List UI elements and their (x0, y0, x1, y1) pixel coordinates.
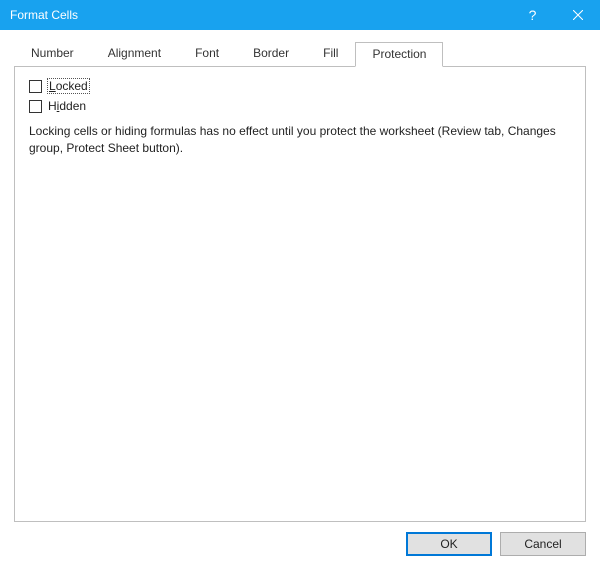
tab-number[interactable]: Number (14, 41, 91, 66)
hidden-checkbox-row[interactable]: Hidden (29, 99, 571, 113)
dialog-content: Number Alignment Font Border Fill Protec… (0, 30, 600, 570)
cancel-button[interactable]: Cancel (500, 532, 586, 556)
help-button[interactable]: ? (510, 0, 555, 30)
close-icon (573, 10, 583, 20)
hidden-checkbox[interactable] (29, 100, 42, 113)
tabs-row: Number Alignment Font Border Fill Protec… (14, 42, 586, 66)
ok-button[interactable]: OK (406, 532, 492, 556)
protection-description: Locking cells or hiding formulas has no … (29, 123, 569, 158)
locked-checkbox-row[interactable]: Locked (29, 79, 571, 93)
tab-alignment[interactable]: Alignment (91, 41, 178, 66)
titlebar: Format Cells ? (0, 0, 600, 30)
tab-panel-protection: Locked Hidden Locking cells or hiding fo… (14, 66, 586, 522)
locked-checkbox[interactable] (29, 80, 42, 93)
window-title: Format Cells (10, 8, 510, 22)
tab-border[interactable]: Border (236, 41, 306, 66)
help-icon: ? (529, 7, 537, 23)
locked-label: Locked (48, 79, 89, 93)
hidden-label: Hidden (48, 99, 86, 113)
tab-font[interactable]: Font (178, 41, 236, 66)
tab-protection[interactable]: Protection (355, 42, 443, 67)
button-row: OK Cancel (14, 532, 586, 558)
close-button[interactable] (555, 0, 600, 30)
tab-fill[interactable]: Fill (306, 41, 355, 66)
